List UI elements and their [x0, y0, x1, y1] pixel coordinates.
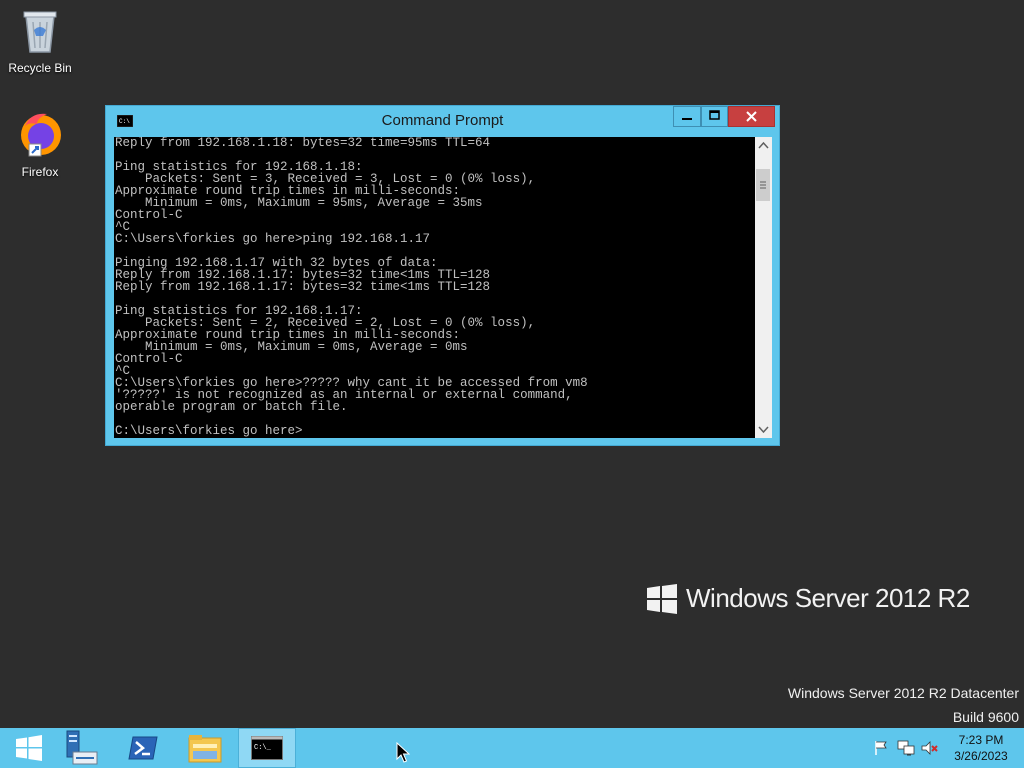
volume-muted-icon	[921, 741, 938, 755]
windows-logo-icon	[647, 583, 677, 614]
network-button[interactable]	[897, 728, 915, 768]
taskbar-powershell[interactable]	[114, 728, 172, 768]
firefox-label: Firefox	[21, 165, 59, 179]
taskbar-file-explorer[interactable]	[176, 728, 234, 768]
recycle-bin-label: Recycle Bin	[8, 61, 72, 75]
start-button[interactable]	[0, 728, 58, 768]
brand-text: Windows Server 2012 R2	[686, 583, 970, 613]
console-text: Reply from 192.168.1.18: bytes=32 time=9…	[115, 137, 588, 438]
flag-icon	[875, 741, 887, 755]
cmd-icon: C:\_	[251, 736, 283, 760]
vertical-scrollbar[interactable]	[755, 137, 772, 438]
close-button[interactable]	[728, 106, 775, 127]
network-icon	[897, 740, 915, 756]
close-icon	[746, 111, 757, 122]
svg-text:C:\_: C:\_	[254, 744, 272, 752]
server-manager-icon	[66, 730, 98, 765]
windows-server-branding: Windows Server 2012 R2	[647, 583, 970, 614]
taskbar: C:\_ 7:23 PM 3/26/2023	[0, 728, 1024, 768]
recycle-bin-icon	[23, 11, 57, 53]
clock-date: 3/26/2023	[954, 749, 1008, 763]
folder-icon	[188, 735, 222, 763]
action-center-button[interactable]	[873, 728, 889, 768]
title-bar[interactable]: C:\ Command Prompt	[106, 106, 779, 136]
windows-start-icon	[16, 735, 42, 761]
scroll-down-icon[interactable]	[755, 421, 772, 438]
scrollbar-thumb[interactable]	[756, 169, 770, 201]
clock[interactable]: 7:23 PM 3/26/2023	[948, 732, 1014, 764]
minimize-icon	[682, 118, 692, 120]
recycle-bin-shortcut[interactable]: Recycle Bin	[0, 6, 80, 75]
maximize-button[interactable]	[701, 106, 728, 127]
scroll-up-icon[interactable]	[755, 137, 772, 154]
taskbar-command-prompt[interactable]: C:\_	[238, 728, 296, 768]
firefox-shortcut[interactable]: Firefox	[0, 110, 80, 179]
powershell-icon	[128, 736, 158, 760]
clock-time: 7:23 PM	[958, 733, 1004, 747]
command-prompt-window[interactable]: C:\ Command Prompt Reply from 192.168.1.…	[105, 105, 780, 446]
console-output[interactable]: Reply from 192.168.1.18: bytes=32 time=9…	[114, 137, 755, 438]
minimize-button[interactable]	[673, 106, 701, 127]
firefox-icon	[21, 113, 61, 157]
volume-button[interactable]	[921, 728, 939, 768]
taskbar-server-manager[interactable]	[52, 728, 110, 768]
build-text: Build 9600	[952, 709, 1019, 725]
mouse-cursor-icon	[396, 742, 410, 763]
maximize-icon	[709, 110, 720, 120]
edition-text: Windows Server 2012 R2 Datacenter	[787, 685, 1019, 701]
grip-icon	[760, 181, 766, 189]
